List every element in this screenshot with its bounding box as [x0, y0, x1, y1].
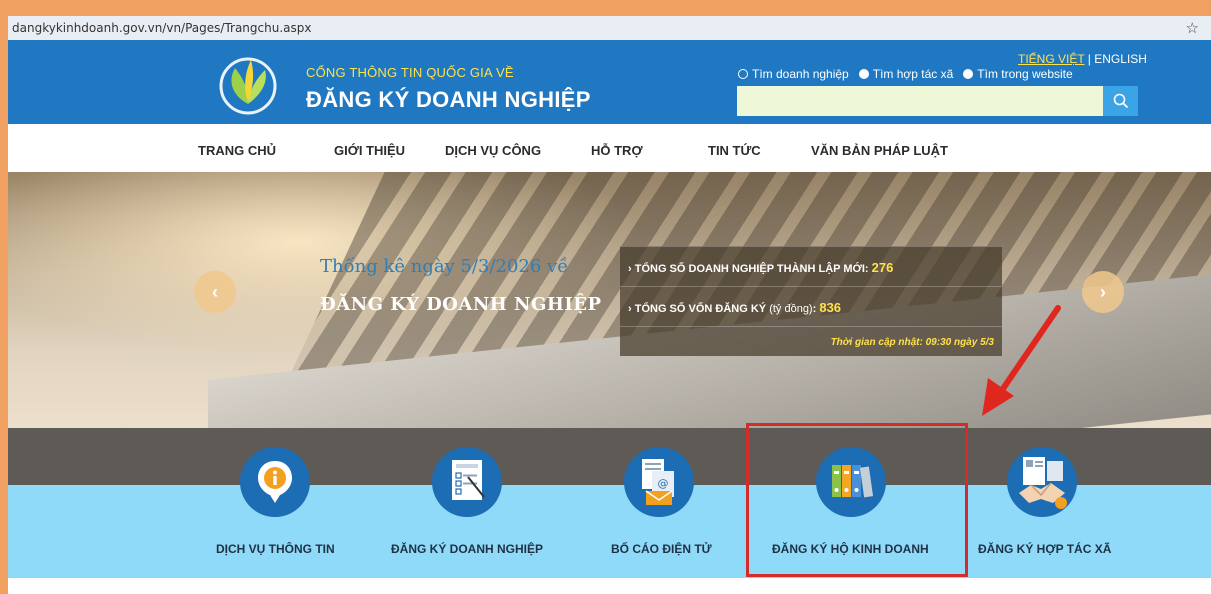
window-frame-top	[0, 0, 1211, 16]
stat-value: 836	[819, 300, 842, 315]
hero-stats-date: Thống kê ngày 5/3/2026 về	[320, 256, 569, 277]
radio-search-website[interactable]: Tìm trong website	[963, 67, 1073, 81]
nav-item-support[interactable]: HỖ TRỢ	[591, 143, 643, 158]
site-subtitle: CỔNG THÔNG TIN QUỐC GIA VỀ	[306, 65, 514, 80]
info-icon	[258, 461, 292, 503]
svg-text:@: @	[658, 477, 669, 490]
lang-separator: |	[1084, 52, 1095, 66]
service-cooperative-tile[interactable]	[1007, 447, 1077, 517]
radio-label: Tìm doanh nghiệp	[752, 67, 849, 81]
search-button[interactable]	[1103, 86, 1138, 116]
radio-label: Tìm trong website	[977, 67, 1073, 81]
service-e-announcement-tile[interactable]: @	[624, 447, 694, 517]
window-frame-left	[0, 0, 8, 594]
red-arrow-annotation-icon	[982, 305, 1061, 416]
chevron-left-icon: ‹	[212, 281, 218, 302]
radio-label: Tìm hợp tác xã	[872, 67, 954, 81]
radio-empty-icon	[738, 69, 748, 79]
stat-value: 276	[871, 260, 894, 275]
nav-item-news[interactable]: TIN TỨC	[708, 143, 761, 158]
lang-english-link[interactable]: ENGLISH	[1094, 52, 1147, 66]
bookmark-star-icon[interactable]: ☆	[1186, 19, 1199, 37]
carousel-next-button[interactable]: ›	[1082, 271, 1124, 313]
radio-search-business[interactable]: Tìm doanh nghiệp	[738, 67, 849, 81]
service-info-tile[interactable]	[240, 447, 310, 517]
service-label-business-registration[interactable]: ĐĂNG KÝ DOANH NGHIỆP	[391, 542, 543, 556]
hero-stats-heading: ĐĂNG KÝ DOANH NGHIỆP	[320, 294, 602, 315]
search-input[interactable]	[737, 86, 1103, 116]
service-business-registration-tile[interactable]	[432, 447, 502, 517]
service-label-e-announcement[interactable]: BỐ CÁO ĐIỆN TỬ	[611, 542, 712, 556]
stat-new-businesses: › TỔNG SỐ DOANH NGHIỆP THÀNH LẬP MỚI: 27…	[628, 260, 893, 275]
stats-divider	[620, 286, 1002, 287]
stat-label: › TỔNG SỐ DOANH NGHIỆP THÀNH LẬP MỚI:	[628, 263, 872, 275]
radio-search-cooperative[interactable]: Tìm hợp tác xã	[858, 67, 954, 81]
lang-vietnamese-link[interactable]: TIẾNG VIỆT	[1018, 52, 1084, 66]
site-header: CỔNG THÔNG TIN QUỐC GIA VỀ ĐĂNG KÝ DOANH…	[8, 40, 1211, 124]
chevron-right-icon: ›	[1100, 281, 1106, 302]
site-logo-icon[interactable]	[213, 52, 283, 116]
nav-item-legal-documents[interactable]: VĂN BẢN PHÁP LUẬT	[811, 143, 948, 158]
stat-label: › TỔNG SỐ VỐN ĐĂNG KÝ	[628, 303, 770, 315]
site-title[interactable]: ĐĂNG KÝ DOANH NGHIỆP	[306, 87, 591, 113]
url-text[interactable]: dangkykinhdoanh.gov.vn/vn/Pages/Trangchu…	[12, 21, 311, 35]
nav-item-public-services[interactable]: DỊCH VỤ CÔNG	[445, 143, 541, 158]
radio-filled-icon	[858, 69, 869, 79]
main-nav: TRANG CHỦ GIỚI THIỆU DỊCH VỤ CÔNG HỖ TRỢ…	[8, 124, 1211, 172]
nav-item-about[interactable]: GIỚI THIỆU	[334, 143, 405, 158]
nav-item-home[interactable]: TRANG CHỦ	[198, 143, 276, 158]
radio-filled-icon	[963, 69, 974, 79]
highlight-box	[746, 423, 968, 577]
stats-divider	[620, 246, 1002, 247]
stat-registered-capital: › TỔNG SỐ VỐN ĐĂNG KÝ (tỷ đồng): 836	[628, 300, 841, 315]
handshake-icon	[1019, 457, 1067, 509]
search-icon	[1113, 93, 1128, 109]
stat-unit: (tỷ đồng)	[769, 303, 813, 315]
service-label-cooperative[interactable]: ĐĂNG KÝ HỢP TÁC XÃ	[978, 542, 1111, 556]
search-scope-options: Tìm doanh nghiệp Tìm hợp tác xã Tìm tron…	[738, 67, 1073, 81]
stats-panel: › TỔNG SỐ DOANH NGHIỆP THÀNH LẬP MỚI: 27…	[620, 246, 1002, 356]
language-switch: TIẾNG VIỆT | ENGLISH	[1018, 52, 1147, 66]
carousel-prev-button[interactable]: ‹	[194, 271, 236, 313]
stats-divider	[620, 326, 1002, 327]
service-label-info[interactable]: DỊCH VỤ THÔNG TIN	[216, 542, 335, 556]
form-icon	[452, 460, 485, 500]
address-bar[interactable]: dangkykinhdoanh.gov.vn/vn/Pages/Trangchu…	[8, 16, 1211, 40]
email-document-icon: @	[642, 459, 674, 505]
